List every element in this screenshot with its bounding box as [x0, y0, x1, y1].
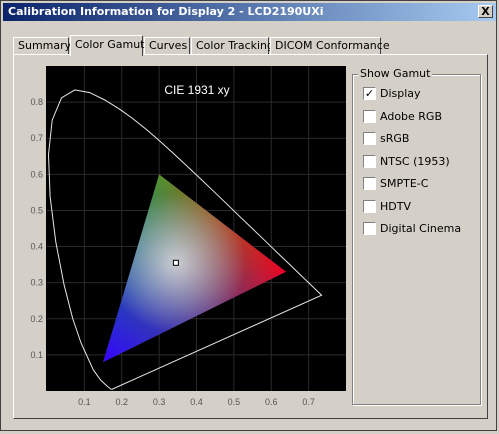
option-label: NTSC (1953)	[380, 154, 450, 168]
checkbox-display[interactable]: ✓	[363, 86, 376, 100]
x-tick-labels: 0.1 0.2 0.3 0.4 0.5 0.6 0.7	[78, 397, 315, 407]
y-tick-labels: 0.1 0.2 0.3 0.4 0.5 0.6 0.7 0.8	[30, 97, 43, 360]
chart-title: CIE 1931 xy	[164, 83, 229, 97]
checkbox-hdtv[interactable]	[363, 199, 376, 213]
option-adobe-rgb[interactable]: Adobe RGB	[363, 109, 442, 123]
y-tick-label: 0.4	[30, 242, 43, 252]
x-tick-label: 0.4	[190, 397, 203, 407]
option-display[interactable]: ✓ Display	[363, 86, 421, 100]
checkbox-digital-cinema[interactable]	[363, 221, 376, 235]
x-tick-label: 0.1	[78, 397, 91, 407]
tab-color-gamut[interactable]: Color Gamut	[70, 35, 144, 56]
checkbox-ntsc-1953[interactable]	[363, 154, 376, 168]
x-tick-label: 0.2	[115, 397, 128, 407]
x-tick-label: 0.5	[228, 397, 241, 407]
calibration-window: Calibration Information for Display 2 - …	[0, 0, 497, 431]
option-smpte-c[interactable]: SMPTE-C	[363, 176, 428, 190]
option-digital-cinema[interactable]: Digital Cinema	[363, 221, 461, 235]
option-label: Digital Cinema	[380, 221, 462, 235]
option-label: Adobe RGB	[380, 109, 443, 123]
y-tick-label: 0.5	[30, 205, 43, 215]
x-tick-label: 0.7	[302, 397, 315, 407]
y-tick-label: 0.7	[30, 133, 43, 143]
y-tick-label: 0.1	[30, 350, 43, 360]
option-label: HDTV	[380, 199, 411, 213]
show-gamut-title: Show Gamut	[358, 67, 433, 80]
y-tick-label: 0.6	[30, 169, 43, 179]
option-hdtv[interactable]: HDTV	[363, 199, 411, 213]
checkbox-smpte-c[interactable]	[363, 176, 376, 190]
option-srgb[interactable]: sRGB	[363, 131, 409, 145]
y-tick-label: 0.8	[30, 97, 43, 107]
checkbox-srgb[interactable]	[363, 131, 376, 145]
y-tick-label: 0.3	[30, 278, 43, 288]
option-ntsc-1953[interactable]: NTSC (1953)	[363, 154, 450, 168]
x-tick-label: 0.3	[153, 397, 166, 407]
x-tick-label: 0.6	[265, 397, 278, 407]
option-label: SMPTE-C	[380, 176, 429, 190]
white-point-marker	[172, 259, 179, 266]
y-tick-label: 0.2	[30, 314, 43, 324]
checkbox-adobe-rgb[interactable]	[363, 109, 376, 123]
show-gamut-group	[352, 74, 481, 405]
option-label: sRGB	[380, 131, 410, 145]
option-label: Display	[380, 86, 421, 100]
